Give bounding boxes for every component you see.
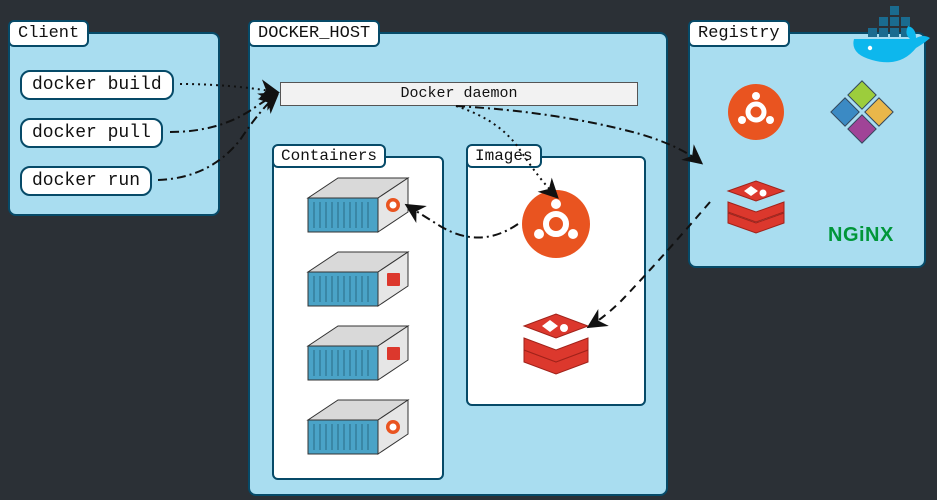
registry-centos-icon xyxy=(831,81,893,143)
registry-ubuntu-icon xyxy=(728,84,784,140)
images-title: Images xyxy=(466,144,542,168)
docker-host-panel: DOCKER_HOST Docker daemon Containers xyxy=(248,32,668,496)
images-panel: Images xyxy=(466,156,646,406)
containers-title: Containers xyxy=(272,144,386,168)
images-stack xyxy=(468,158,644,404)
cmd-docker-run: docker run xyxy=(20,166,152,196)
diagram-canvas: { "client": { "title": "Client", "comman… xyxy=(0,0,937,500)
client-panel: Client docker build docker pull docker r… xyxy=(8,32,220,216)
registry-nginx-label: NGiNX xyxy=(828,224,894,247)
docker-logo-icon xyxy=(850,4,934,70)
docker-host-title: DOCKER_HOST xyxy=(248,20,380,47)
containers-stack xyxy=(274,158,442,478)
registry-redis-icon xyxy=(728,181,784,233)
docker-daemon-box: Docker daemon xyxy=(280,82,638,106)
image-redis-icon xyxy=(524,314,588,374)
cmd-docker-build: docker build xyxy=(20,70,174,100)
containers-panel: Containers xyxy=(272,156,444,480)
client-title: Client xyxy=(8,20,89,47)
registry-title: Registry xyxy=(688,20,790,47)
cmd-docker-pull: docker pull xyxy=(20,118,163,148)
image-ubuntu-icon xyxy=(522,190,590,258)
